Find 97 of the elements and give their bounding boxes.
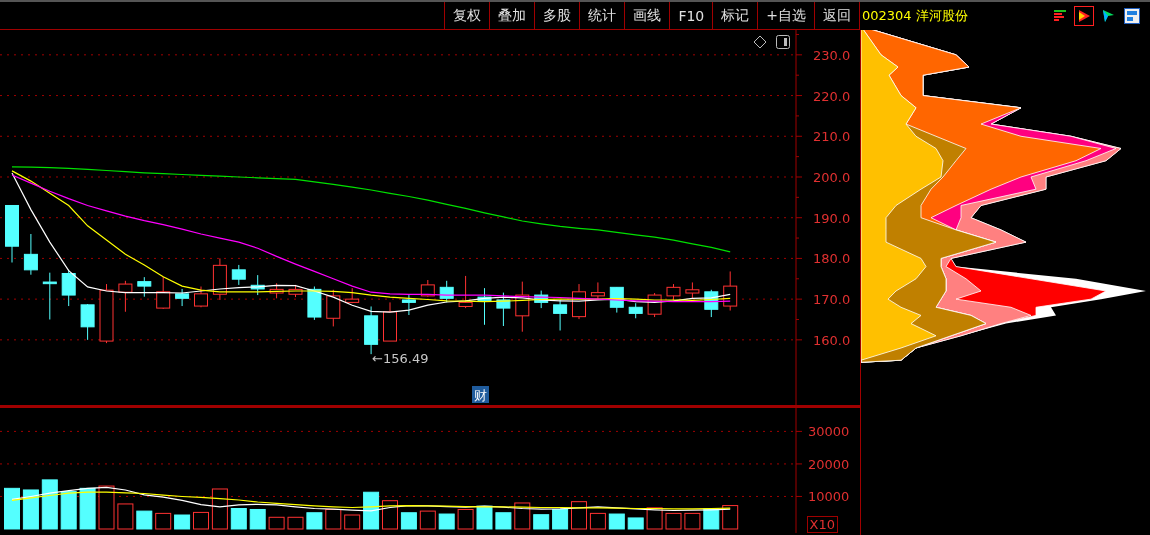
volume-bar (608, 513, 625, 530)
volume-bar (552, 509, 569, 530)
axis-label: 210.0 (813, 129, 851, 145)
diamond-icon[interactable] (752, 34, 768, 50)
volume-bar (155, 512, 172, 530)
volume-bar (419, 510, 436, 530)
panel-toggle-icon[interactable] (775, 34, 791, 50)
volume-bar (665, 512, 682, 530)
candlestick (269, 282, 284, 299)
candlestick (250, 274, 265, 296)
volume-bar (249, 509, 266, 530)
axis-label: 30000 (808, 424, 850, 440)
axis-label: 230.0 (813, 47, 851, 63)
candlestick (401, 294, 416, 316)
volume-bar (722, 505, 739, 530)
candlestick (345, 287, 360, 304)
volume-bar (344, 514, 361, 530)
candlestick (515, 281, 530, 333)
candlestick (137, 276, 152, 298)
candlestick (723, 270, 738, 312)
candlestick (42, 272, 57, 320)
axis-label: 170.0 (813, 292, 851, 308)
candlestick (666, 283, 681, 301)
volume-bar (514, 502, 531, 530)
candlestick (685, 281, 700, 300)
image-icon[interactable] (1122, 6, 1142, 26)
candlestick (307, 286, 322, 321)
candlestick (572, 283, 586, 320)
volume-bar (382, 500, 398, 530)
volume-bar (79, 487, 96, 530)
candlestick (231, 264, 246, 286)
volume-bar (98, 485, 115, 530)
volume-bar (174, 514, 191, 530)
volume-bar (646, 507, 663, 530)
candlestick (420, 279, 435, 298)
candlestick (628, 302, 643, 319)
volume-bar (363, 491, 380, 530)
candlestick (156, 276, 171, 310)
stock-title: 002304 洋河股份 (862, 7, 968, 25)
candlestick (458, 275, 473, 309)
candlestick (118, 280, 133, 313)
volume-bar (230, 508, 247, 530)
low-price-annotation: ←156.49 (372, 351, 429, 367)
volume-bar (589, 512, 606, 530)
volume-bar (41, 479, 58, 530)
candlestick (534, 290, 549, 309)
volume-bar (287, 516, 304, 530)
axis-label: 190.0 (813, 210, 851, 226)
volume-bar (457, 509, 474, 530)
volume-bar (438, 513, 455, 530)
volume-bar (4, 487, 20, 530)
volume-bar (533, 514, 550, 530)
candlestick (496, 292, 511, 327)
candlestick (364, 305, 379, 355)
candlestick (23, 233, 38, 276)
volume-bar (495, 512, 512, 530)
volume-bar (22, 489, 39, 530)
volume-bar (400, 512, 417, 530)
candlestick (590, 281, 605, 301)
finance-badge[interactable]: 财 (472, 386, 489, 403)
candlestick (326, 289, 341, 327)
volume-bar (60, 491, 77, 530)
candlestick (553, 299, 568, 331)
candlestick (383, 301, 397, 342)
candlestick (194, 286, 208, 308)
axis-label: 20000 (808, 456, 850, 472)
candlestick (609, 286, 624, 314)
candlestick (212, 257, 227, 301)
candlestick (288, 284, 303, 298)
volume-bar (571, 501, 587, 530)
toolbar-button[interactable]: 返回 (814, 2, 860, 29)
axis-label: 10000 (808, 489, 850, 505)
candlestick (80, 303, 95, 341)
volume-unit-label: X10 (806, 516, 838, 533)
axis-label: 160.0 (813, 332, 851, 348)
candlestick (439, 280, 454, 303)
volume-bar (136, 510, 153, 530)
volume-bar (193, 511, 209, 530)
flag-icon[interactable] (1074, 6, 1094, 26)
axis-label: 220.0 (813, 88, 851, 104)
volume-bar (306, 512, 323, 530)
axis-label: 180.0 (813, 251, 851, 267)
candlestick (704, 289, 719, 318)
volume-bar (325, 509, 342, 530)
candlestick (175, 288, 190, 307)
candlestick (477, 287, 492, 326)
volume-bar (117, 503, 134, 530)
candlestick (61, 269, 76, 307)
candlestick (99, 283, 114, 344)
volume-bar (476, 505, 493, 530)
volume-bar (627, 517, 644, 530)
volume-bar (211, 488, 228, 530)
volume-bar (268, 516, 285, 530)
volume-bar (684, 512, 701, 530)
candlestick (647, 292, 662, 318)
candlestick (5, 205, 19, 263)
axis-label: 200.0 (813, 170, 851, 185)
